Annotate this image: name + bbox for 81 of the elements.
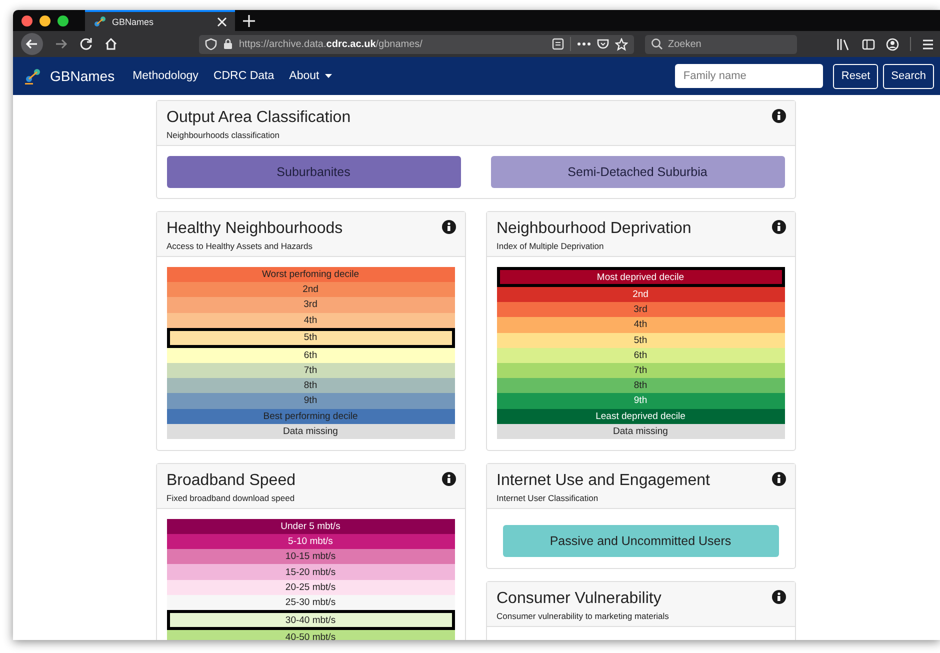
class-button[interactable]: Passive and Uncommitted Users [502, 524, 778, 557]
brand-name[interactable]: GBNames [50, 68, 115, 84]
legend-item: 4th [496, 317, 784, 333]
info-icon[interactable] [442, 472, 456, 486]
forward-icon[interactable] [54, 37, 68, 51]
card-subtitle: Neighbourhoods classification [166, 130, 280, 140]
legend-item: 40-50 mbt/s [166, 630, 454, 640]
pocket-icon[interactable] [597, 38, 609, 50]
logo-icon [93, 14, 107, 28]
nav-link[interactable]: Methodology [132, 70, 198, 82]
info-icon[interactable] [442, 220, 456, 234]
browser-tab[interactable]: GBNames [85, 10, 235, 31]
card-subtitle: Consumer vulnerability to marketing materials [496, 610, 669, 621]
legend-item: Best performing decile [166, 408, 454, 424]
nav-link[interactable]: About [289, 70, 332, 82]
legend-item: 15-20 mbt/s [166, 564, 454, 580]
close-icon[interactable] [217, 16, 227, 26]
legend-item: 5th [166, 328, 454, 348]
card-title: Healthy Neighbourhoods [166, 220, 343, 238]
account-icon[interactable] [886, 38, 899, 50]
star-icon[interactable] [615, 38, 628, 50]
legend-item: 25-30 mbt/s [166, 594, 454, 610]
card-subtitle: Internet User Classification [496, 492, 600, 503]
home-icon[interactable] [104, 37, 118, 51]
reload-icon[interactable] [79, 37, 93, 51]
card-title: Internet Use and Engagement [496, 472, 710, 490]
legend-item: 9th [166, 393, 454, 408]
shield-icon [205, 38, 217, 50]
lock-icon [223, 38, 233, 50]
legend-item: 5-10 mbt/s [166, 534, 454, 550]
legend-item: 7th [166, 362, 454, 378]
address-bar[interactable]: https://archive.data.cdrc.ac.uk/gbnames/ [199, 34, 634, 54]
legend-item: 6th [496, 348, 784, 363]
nav-button[interactable]: Search [883, 64, 934, 88]
class-button[interactable]: Semi-Detached Suburbia [490, 156, 784, 188]
more-icon[interactable] [577, 42, 591, 46]
info-icon[interactable] [772, 472, 786, 486]
legend-item: 3rd [166, 297, 454, 313]
card-title: Broadband Speed [166, 472, 296, 490]
info-icon[interactable] [772, 590, 786, 604]
legend-item: Under 5 mbt/s [166, 518, 454, 534]
search-icon [651, 38, 663, 50]
back-icon[interactable] [21, 33, 43, 55]
sidebar-icon[interactable] [862, 38, 875, 50]
legend-item: 8th [496, 378, 784, 394]
card-title: Consumer Vulnerability [496, 590, 662, 608]
info-icon[interactable] [772, 109, 786, 123]
legend-item: 2nd [166, 282, 454, 298]
search-field[interactable]: Zoeken [645, 34, 797, 54]
legend-item: 30-40 mbt/s [166, 610, 454, 630]
nav-button[interactable]: Reset [833, 64, 878, 88]
legend-item: 6th [166, 348, 454, 363]
legend-item: 8th [166, 378, 454, 394]
nav-link[interactable]: CDRC Data [213, 70, 274, 82]
legend-item: 3rd [496, 302, 784, 318]
legend-item: 4th [166, 312, 454, 328]
card-subtitle: Index of Multiple Deprivation [496, 241, 605, 251]
legend-item: Worst perfoming decile [166, 267, 454, 282]
legend-item: 2nd [496, 287, 784, 302]
legend-item: 7th [496, 362, 784, 378]
legend-item: Data missing [496, 424, 784, 439]
info-icon[interactable] [772, 220, 786, 234]
reader-icon[interactable] [552, 38, 564, 50]
new-tab-icon[interactable] [243, 14, 255, 26]
caret-icon [325, 74, 332, 78]
library-icon[interactable] [836, 38, 851, 50]
card-title: Output Area Classification [166, 109, 351, 127]
menu-icon[interactable] [922, 38, 934, 50]
card-title: Neighbourhood Deprivation [496, 220, 692, 238]
legend-item: Data missing [166, 424, 454, 439]
legend-item: 9th [496, 393, 784, 408]
logo-icon [24, 67, 42, 85]
window-controls-icon[interactable] [21, 14, 71, 26]
card-subtitle: Access to Healthy Assets and Hazards [166, 241, 314, 251]
legend-item: Least deprived decile [496, 408, 784, 424]
card-subtitle: Fixed broadband download speed [166, 492, 296, 503]
legend-item: 20-25 mbt/s [166, 580, 454, 595]
legend-item: 10-15 mbt/s [166, 549, 454, 564]
legend-item: 5th [496, 332, 784, 348]
legend-item: Most deprived decile [496, 267, 784, 287]
family-name-field[interactable]: Family name [675, 64, 824, 88]
